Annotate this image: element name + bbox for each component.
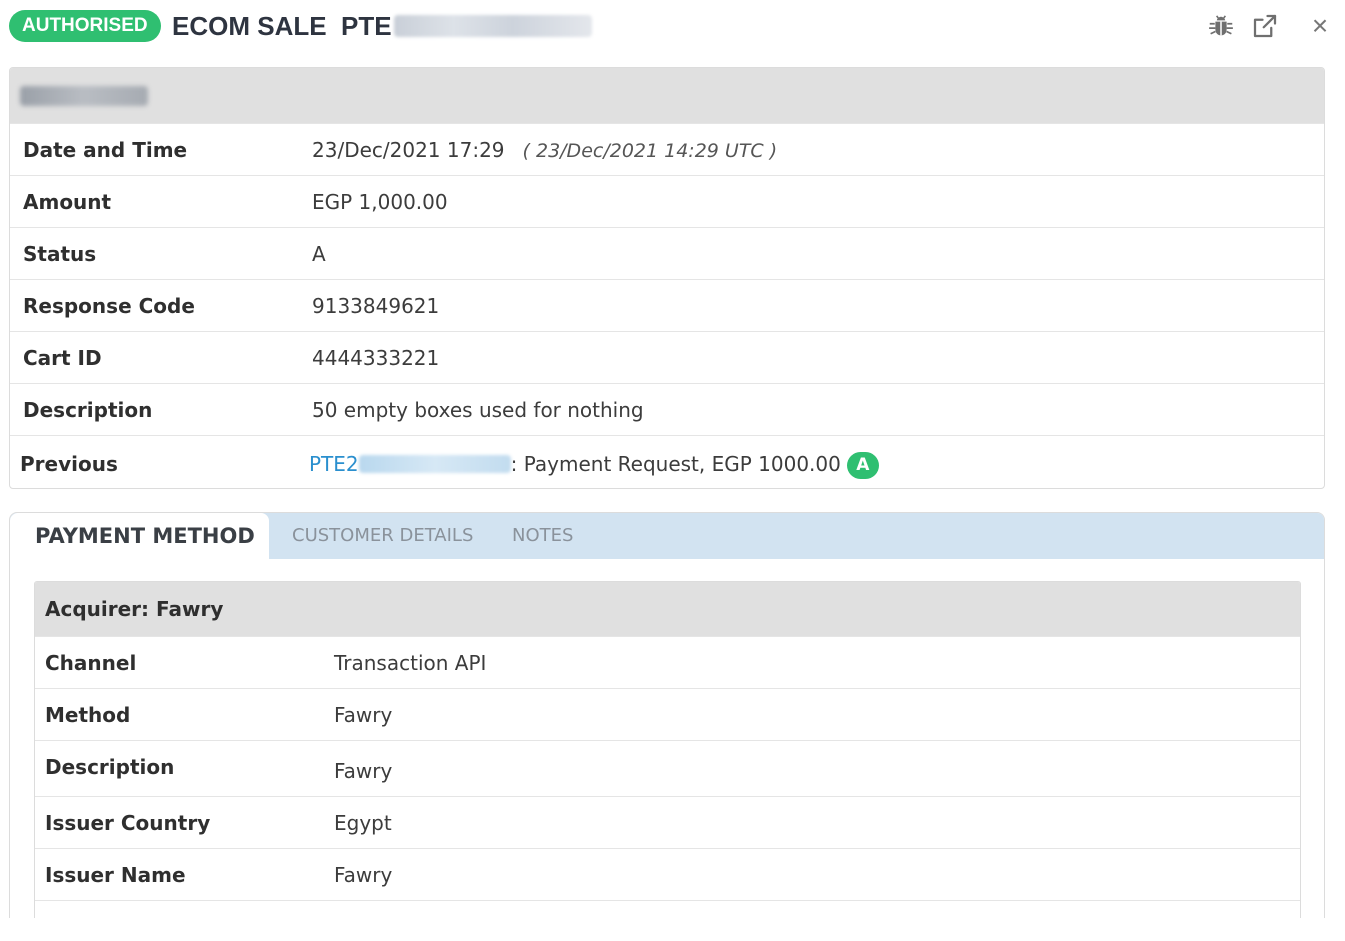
page-title: ECOM SALE PTE — [172, 8, 592, 44]
payment-row-channel: Channel Transaction API — [35, 636, 1300, 688]
previous-transaction-link[interactable]: PTE2 — [309, 452, 511, 476]
transaction-title-text: ECOM SALE PTE — [172, 11, 392, 41]
detail-value: PTE2 : Payment Request, EGP 1000.00 A — [309, 436, 879, 488]
details-header — [10, 68, 1324, 123]
detail-row-previous: Previous PTE2 : Payment Request, EGP 1000… — [10, 435, 1324, 488]
tab-payment-method[interactable]: PAYMENT METHOD — [10, 513, 269, 559]
detail-row-status: Status A — [10, 227, 1324, 279]
detail-row-cart-id: Cart ID 4444333221 — [10, 331, 1324, 383]
previous-status-badge: A — [846, 452, 879, 479]
tab-bar: PAYMENT METHOD CUSTOMER DETAILS NOTES — [10, 513, 1324, 559]
detail-value: EGP 1,000.00 — [312, 190, 448, 214]
detail-label: Previous — [20, 452, 118, 476]
payment-label: Description — [45, 755, 175, 779]
payment-label: Channel — [45, 651, 137, 675]
payment-value: Fawry — [334, 759, 393, 783]
utc-datetime: ( 23/Dec/2021 14:29 UTC ) — [522, 140, 778, 162]
payment-value: Fawry — [334, 703, 393, 727]
viewport-bottom-edge — [0, 918, 1345, 941]
details-tabs-panel: PAYMENT METHOD CUSTOMER DETAILS NOTES Ac… — [9, 512, 1325, 941]
share-icon[interactable] — [1249, 10, 1281, 42]
payment-value: Egypt — [334, 811, 392, 835]
detail-value: 9133849621 — [312, 294, 440, 318]
bug-icon[interactable] — [1205, 10, 1237, 42]
detail-row-response-code: Response Code 9133849621 — [10, 279, 1324, 331]
payment-value: Fawry — [334, 863, 393, 887]
close-icon[interactable]: × — [1304, 10, 1336, 42]
redacted-link-reference[interactable] — [358, 455, 511, 473]
payment-label: Method — [45, 703, 131, 727]
detail-value: 23/Dec/2021 17:29 ( 23/Dec/2021 14:29 UTC… — [312, 124, 777, 177]
payment-label: Issuer Country — [45, 811, 211, 835]
detail-value: A — [312, 242, 326, 266]
payment-row-description: Description Fawry — [35, 740, 1300, 796]
link-text[interactable]: PTE2 — [309, 452, 359, 476]
transaction-details-card: Date and Time 23/Dec/2021 17:29 ( 23/Dec/… — [9, 67, 1325, 489]
detail-row-date-time: Date and Time 23/Dec/2021 17:29 ( 23/Dec/… — [10, 123, 1324, 175]
previous-description: : Payment Request, EGP 1000.00 — [510, 452, 841, 476]
detail-label: Cart ID — [23, 346, 102, 370]
detail-label: Date and Time — [23, 138, 188, 162]
redacted-header-text — [20, 86, 148, 106]
detail-label: Status — [23, 242, 97, 266]
payment-value: Transaction API — [334, 651, 487, 675]
detail-row-description: Description 50 empty boxes used for noth… — [10, 383, 1324, 435]
status-badge: AUTHORISED — [9, 10, 161, 42]
payment-row-issuer-name: Issuer Name Fawry — [35, 848, 1300, 900]
payment-label: Issuer Name — [45, 863, 186, 887]
detail-label: Description — [23, 398, 153, 422]
payment-row-method: Method Fawry — [35, 688, 1300, 740]
detail-label: Response Code — [23, 294, 195, 318]
redacted-reference — [393, 15, 592, 37]
payment-row-issuer-country: Issuer Country Egypt — [35, 796, 1300, 848]
detail-label: Amount — [23, 190, 112, 214]
payment-method-table: Acquirer: Fawry Channel Transaction API … — [34, 581, 1301, 941]
detail-value: 4444333221 — [312, 346, 440, 370]
acquirer-header: Acquirer: Fawry — [35, 582, 1300, 636]
transaction-header: AUTHORISED ECOM SALE PTE × — [0, 0, 1345, 56]
local-datetime: 23/Dec/2021 17:29 — [312, 138, 505, 162]
tab-customer-details[interactable]: CUSTOMER DETAILS — [292, 513, 473, 559]
detail-value: 50 empty boxes used for nothing — [312, 398, 644, 422]
detail-row-amount: Amount EGP 1,000.00 — [10, 175, 1324, 227]
tab-notes[interactable]: NOTES — [512, 513, 573, 559]
